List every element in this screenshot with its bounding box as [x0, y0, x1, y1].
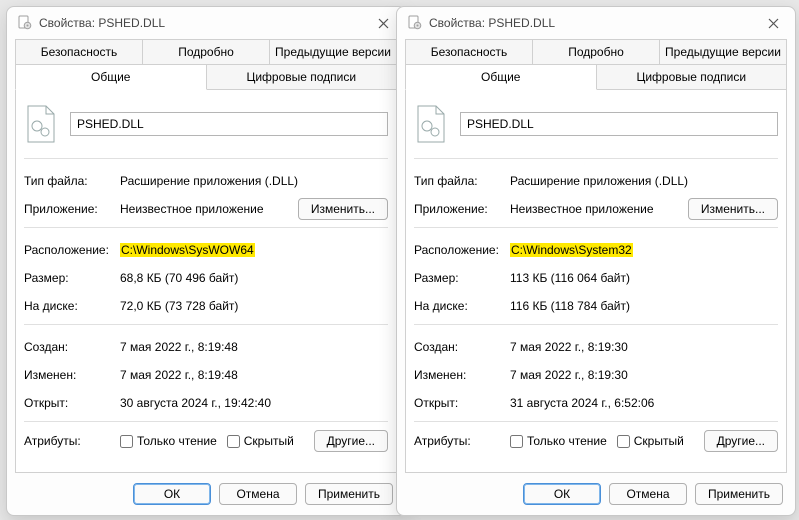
value-ondisk: 72,0 КБ (73 728 байт) [120, 299, 388, 313]
separator [24, 324, 388, 325]
label-modified: Изменен: [414, 368, 510, 382]
readonly-label: Только чтение [527, 434, 607, 448]
cancel-button[interactable]: Отмена [219, 483, 297, 505]
readonly-label: Только чтение [137, 434, 217, 448]
advanced-attrs-button[interactable]: Другие... [314, 430, 388, 452]
apply-button[interactable]: Применить [695, 483, 783, 505]
value-size: 68,8 КБ (70 496 байт) [120, 271, 388, 285]
value-opened: 31 августа 2024 г., 6:52:06 [510, 396, 778, 410]
label-filetype: Тип файла: [414, 174, 510, 188]
hidden-label: Скрытый [244, 434, 294, 448]
tab-general[interactable]: Общие [405, 64, 597, 90]
label-size: Размер: [24, 271, 120, 285]
label-ondisk: На диске: [24, 299, 120, 313]
readonly-checkbox[interactable] [120, 435, 133, 448]
tab-details[interactable]: Подробно [143, 39, 270, 65]
separator [24, 227, 388, 228]
value-modified: 7 мая 2022 г., 8:19:48 [120, 368, 388, 382]
ok-button[interactable]: ОК [133, 483, 211, 505]
hidden-checkbox[interactable] [617, 435, 630, 448]
label-app: Приложение: [414, 202, 510, 216]
separator [414, 227, 778, 228]
separator [24, 158, 388, 159]
tab-digital-signatures[interactable]: Цифровые подписи [207, 64, 398, 90]
readonly-checkbox-wrap[interactable]: Только чтение [510, 434, 607, 448]
label-opened: Открыт: [414, 396, 510, 410]
properties-window: Свойства: PSHED.DLL Безопасность Подробн… [396, 6, 796, 516]
tab-panel-general: Тип файла:Расширение приложения (.DLL) П… [405, 90, 787, 473]
separator [414, 158, 778, 159]
tabstrip: Безопасность Подробно Предыдущие версии … [405, 39, 787, 90]
value-ondisk: 116 КБ (118 784 байт) [510, 299, 778, 313]
hidden-checkbox-wrap[interactable]: Скрытый [617, 434, 684, 448]
separator [24, 421, 388, 422]
apply-button[interactable]: Применить [305, 483, 393, 505]
tab-general[interactable]: Общие [15, 64, 207, 90]
gear-page-icon [17, 15, 33, 31]
label-opened: Открыт: [24, 396, 120, 410]
value-created: 7 мая 2022 г., 8:19:48 [120, 340, 388, 354]
label-location: Расположение: [414, 243, 510, 257]
tab-security[interactable]: Безопасность [405, 39, 533, 65]
readonly-checkbox-wrap[interactable]: Только чтение [120, 434, 217, 448]
window-title: Свойства: PSHED.DLL [39, 16, 367, 30]
advanced-attrs-button[interactable]: Другие... [704, 430, 778, 452]
separator [414, 421, 778, 422]
tab-digital-signatures[interactable]: Цифровые подписи [597, 64, 788, 90]
tab-previous-versions[interactable]: Предыдущие версии [270, 39, 397, 65]
tab-details[interactable]: Подробно [533, 39, 660, 65]
window-title: Свойства: PSHED.DLL [429, 16, 757, 30]
value-app: Неизвестное приложение [510, 202, 688, 216]
dll-file-icon [24, 104, 58, 144]
titlebar[interactable]: Свойства: PSHED.DLL [7, 7, 405, 39]
close-button[interactable] [757, 9, 789, 37]
value-filetype: Расширение приложения (.DLL) [510, 174, 778, 188]
label-created: Создан: [24, 340, 120, 354]
value-size: 113 КБ (116 064 байт) [510, 271, 778, 285]
separator [414, 324, 778, 325]
value-location: C:\Windows\System32 [510, 243, 778, 257]
label-location: Расположение: [24, 243, 120, 257]
label-app: Приложение: [24, 202, 120, 216]
value-modified: 7 мая 2022 г., 8:19:30 [510, 368, 778, 382]
hidden-label: Скрытый [634, 434, 684, 448]
cancel-button[interactable]: Отмена [609, 483, 687, 505]
hidden-checkbox-wrap[interactable]: Скрытый [227, 434, 294, 448]
change-app-button[interactable]: Изменить... [298, 198, 388, 220]
value-opened: 30 августа 2024 г., 19:42:40 [120, 396, 388, 410]
dialog-footer: ОК Отмена Применить [397, 473, 795, 515]
hidden-checkbox[interactable] [227, 435, 240, 448]
label-attributes: Атрибуты: [414, 434, 510, 448]
value-location: C:\Windows\SysWOW64 [120, 243, 388, 257]
close-button[interactable] [367, 9, 399, 37]
label-filetype: Тип файла: [24, 174, 120, 188]
label-attributes: Атрибуты: [24, 434, 120, 448]
change-app-button[interactable]: Изменить... [688, 198, 778, 220]
label-created: Создан: [414, 340, 510, 354]
label-ondisk: На диске: [414, 299, 510, 313]
tab-panel-general: Тип файла:Расширение приложения (.DLL) П… [15, 90, 397, 473]
label-size: Размер: [414, 271, 510, 285]
dialog-footer: ОК Отмена Применить [7, 473, 405, 515]
value-app: Неизвестное приложение [120, 202, 298, 216]
readonly-checkbox[interactable] [510, 435, 523, 448]
ok-button[interactable]: ОК [523, 483, 601, 505]
label-modified: Изменен: [24, 368, 120, 382]
tab-security[interactable]: Безопасность [15, 39, 143, 65]
properties-window: Свойства: PSHED.DLL Безопасность Подробн… [6, 6, 406, 516]
value-created: 7 мая 2022 г., 8:19:30 [510, 340, 778, 354]
value-filetype: Расширение приложения (.DLL) [120, 174, 388, 188]
filename-input[interactable] [460, 112, 778, 136]
tab-previous-versions[interactable]: Предыдущие версии [660, 39, 787, 65]
filename-input[interactable] [70, 112, 388, 136]
dll-file-icon [414, 104, 448, 144]
titlebar[interactable]: Свойства: PSHED.DLL [397, 7, 795, 39]
gear-page-icon [407, 15, 423, 31]
tabstrip: Безопасность Подробно Предыдущие версии … [15, 39, 397, 90]
